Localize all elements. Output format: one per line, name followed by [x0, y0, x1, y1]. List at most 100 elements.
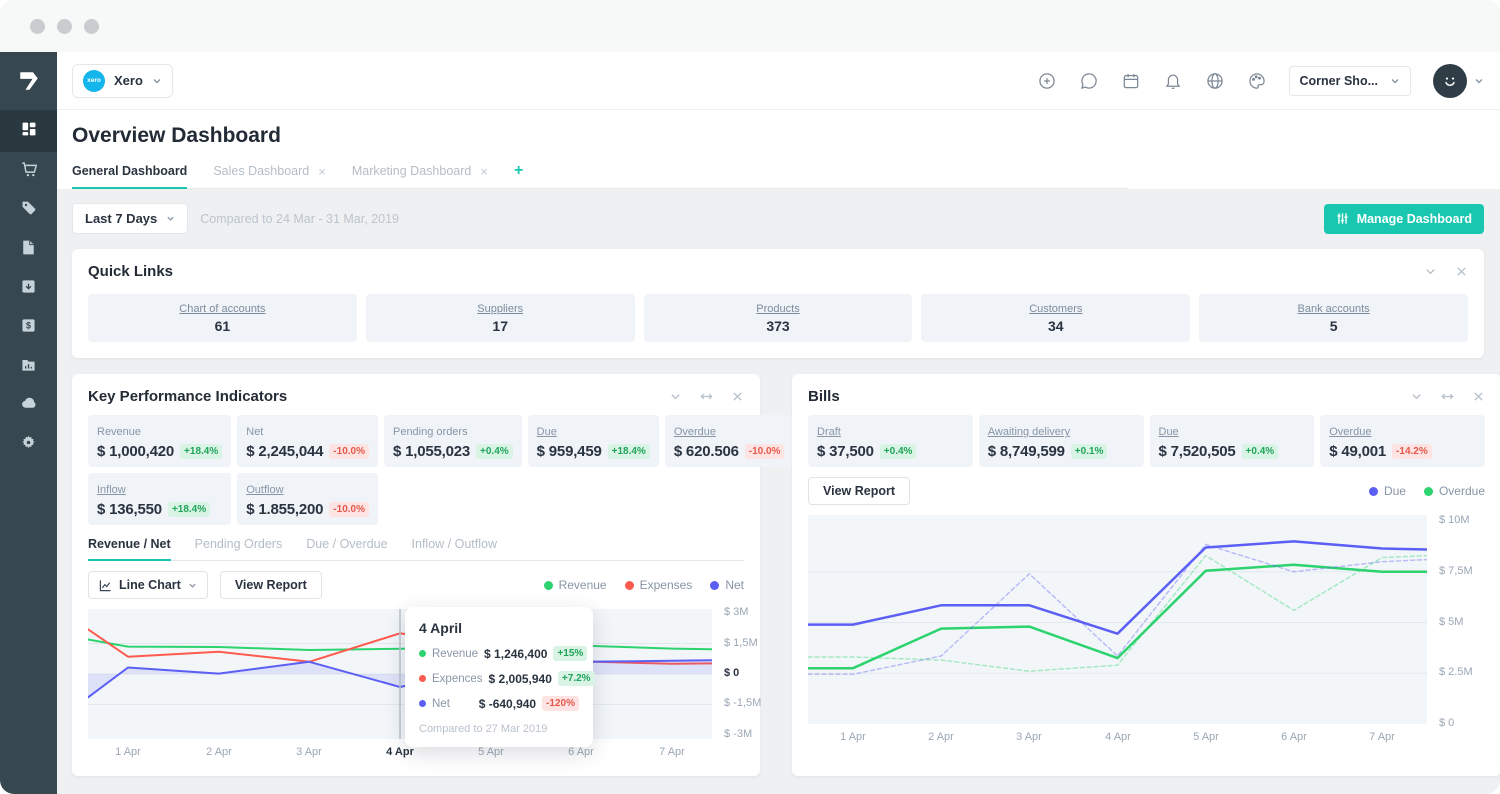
metric-chip: Net $ 2,245,044 -10.0% [237, 415, 378, 467]
chat-icon[interactable] [1079, 71, 1099, 91]
calendar-icon[interactable] [1121, 71, 1141, 91]
close-icon[interactable] [1472, 390, 1485, 403]
metric-value: $ 37,500 [817, 443, 874, 460]
close-tab-icon[interactable]: × [318, 165, 326, 178]
metric-label[interactable]: Due [537, 426, 557, 438]
app-logo[interactable] [0, 52, 57, 110]
metric-value: $ 49,001 [1329, 443, 1387, 460]
quick-link[interactable]: Chart of accounts [179, 303, 265, 315]
sidebar-item-dashboard[interactable] [0, 110, 57, 152]
metric-label[interactable]: Awaiting delivery [988, 426, 1070, 438]
resize-icon[interactable] [1441, 390, 1454, 403]
metric-label[interactable]: Due [1159, 426, 1179, 438]
collapse-icon[interactable] [669, 390, 682, 403]
kpi-chart-tab[interactable]: Pending Orders [195, 537, 283, 561]
metric-value: $ 8,749,599 [987, 443, 1065, 460]
series-dot-icon [419, 650, 426, 657]
sidebar: $ [0, 52, 57, 794]
add-icon[interactable] [1037, 71, 1057, 91]
chart-tooltip: 4 April Revenue $ 1,246,400 +15% Expences $ … [405, 607, 595, 747]
y-axis-tick: $ -1,5M [724, 697, 762, 709]
metric-delta-badge: +0.4% [476, 444, 513, 459]
sidebar-item-billing[interactable]: $ [0, 308, 57, 347]
window-control-dot[interactable] [84, 18, 99, 34]
chevron-down-icon [153, 78, 161, 83]
collapse-icon[interactable] [1424, 265, 1437, 278]
dashboard-tab[interactable]: General Dashboard [72, 164, 188, 189]
dashboard-tab[interactable]: Marketing Dashboard × [352, 164, 488, 189]
metric-label[interactable]: Outflow [246, 484, 283, 496]
notifications-icon[interactable] [1163, 71, 1183, 91]
legend-item[interactable]: Expenses [624, 578, 692, 592]
tooltip-row: Revenue $ 1,246,400 +15% [419, 646, 588, 661]
chart-type-selector[interactable]: Line Chart [88, 571, 208, 599]
add-dashboard-tab-button[interactable]: + [514, 163, 523, 188]
globe-icon[interactable] [1205, 71, 1225, 91]
sidebar-item-integrations[interactable] [0, 386, 57, 425]
sidebar-item-documents[interactable] [0, 230, 57, 269]
legend-item[interactable]: Due [1368, 484, 1406, 498]
legend-dot-icon [543, 580, 553, 590]
close-icon[interactable] [731, 390, 744, 403]
connected-app-selector[interactable]: xero Xero [72, 63, 173, 98]
chevron-down-icon[interactable] [1474, 76, 1484, 86]
kpi-y-axis: $ 3M $ 1,5M $ 0 $ -1,5M $ -3M [712, 606, 770, 740]
kpi-chart-tab[interactable]: Revenue / Net [88, 537, 171, 561]
bills_chart-svg [808, 515, 1427, 724]
sliders-icon [1337, 213, 1348, 224]
quick-link[interactable]: Products [756, 303, 799, 315]
metric-label[interactable]: Overdue [1329, 426, 1371, 438]
metric-label[interactable]: Inflow [97, 484, 126, 496]
period-selector[interactable]: Last 7 Days [72, 203, 189, 234]
dashboard-tab[interactable]: Sales Dashboard × [213, 164, 326, 189]
legend-item[interactable]: Overdue [1423, 484, 1485, 498]
legend-item[interactable]: Revenue [543, 578, 607, 592]
document-icon [20, 239, 37, 261]
metric-label[interactable]: Draft [817, 426, 841, 438]
quick-link[interactable]: Suppliers [477, 303, 523, 315]
kpi-chart-tab[interactable]: Inflow / Outflow [412, 537, 497, 561]
quick-link[interactable]: Bank accounts [1298, 303, 1370, 315]
quick-link[interactable]: Customers [1029, 303, 1082, 315]
x-axis-tick: 1 Apr [840, 731, 866, 743]
y-axis-tick: $ 3M [724, 606, 749, 618]
sidebar-item-products[interactable] [0, 191, 57, 230]
y-axis-tick: $ 0 [1439, 717, 1455, 729]
kpi-chips: Revenue $ 1,000,420 +18.4% Net $ 2,245,044 -1… [88, 415, 794, 525]
metric-chip: Draft $ 37,500 +0.4% [808, 415, 973, 467]
resize-icon[interactable] [700, 390, 713, 403]
close-icon[interactable] [1455, 265, 1468, 278]
x-axis-tick: 6 Apr [1281, 731, 1307, 743]
x-axis-tick: 5 Apr [1193, 731, 1219, 743]
workspace-label: Corner Sho... [1299, 73, 1378, 88]
dashboard-icon [20, 120, 38, 143]
metric-delta-badge: -10.0% [744, 444, 785, 459]
view-report-button[interactable]: View Report [808, 477, 911, 505]
quick-link-count: 5 [1329, 317, 1338, 334]
legend-item[interactable]: Net [710, 578, 744, 592]
metric-chip: Outflow $ 1.855,200 -10.0% [237, 473, 378, 525]
top-navbar: xero Xero Corner Sho... [57, 52, 1500, 110]
quick-link-tile: Products 373 [643, 294, 913, 342]
x-axis-tick: 7 Apr [659, 746, 685, 758]
manage-dashboard-button[interactable]: Manage Dashboard [1323, 203, 1484, 234]
metric-label: Revenue [97, 426, 142, 438]
collapse-icon[interactable] [1410, 390, 1423, 403]
workspace-selector[interactable]: Corner Sho... [1288, 65, 1411, 96]
sidebar-item-settings[interactable] [0, 425, 57, 464]
user-avatar[interactable] [1433, 63, 1467, 98]
view-report-button[interactable]: View Report [219, 571, 322, 599]
window-control-dot[interactable] [57, 18, 72, 34]
window-control-dot[interactable] [30, 18, 45, 34]
theme-palette-icon[interactable] [1247, 71, 1267, 91]
sidebar-item-orders[interactable] [0, 152, 57, 191]
page-content: Last 7 Days Compared to 24 Mar - 31 Mar,… [57, 189, 1500, 794]
sidebar-item-inventory[interactable] [0, 269, 57, 308]
sidebar-item-reports[interactable] [0, 347, 57, 386]
dashboard-tab-label: General Dashboard [72, 164, 188, 178]
connected-app-label: Xero [114, 73, 143, 88]
metric-label[interactable]: Overdue [674, 426, 716, 438]
kpi-chart-tab[interactable]: Due / Overdue [306, 537, 387, 561]
chart-type-label: Line Chart [119, 578, 181, 592]
close-tab-icon[interactable]: × [480, 165, 488, 178]
